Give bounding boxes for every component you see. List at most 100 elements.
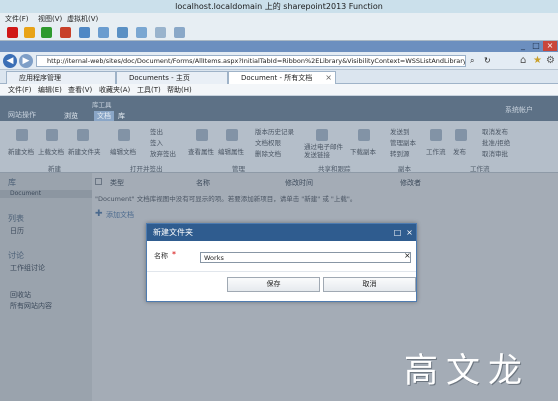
column-header-modified-by[interactable]: 修改者 bbox=[400, 178, 421, 188]
nav-item-all-site-content[interactable]: 所有网站内容 bbox=[10, 301, 52, 311]
cancel-approval-button[interactable]: 取消审批 bbox=[482, 148, 508, 158]
tab-strip: 应用程序管理 Documents - 主页 Document - 所有文档 × bbox=[0, 70, 558, 84]
settings-icon[interactable] bbox=[117, 27, 128, 38]
unpublish-button[interactable]: 取消发布 bbox=[482, 126, 508, 136]
address-input[interactable]: http://iternal-web/sites/doc/Document/Fo… bbox=[36, 55, 466, 67]
quick-launch: 库 Document 列表 日历 讨论 工作组讨论 回收站 所有网站内容 bbox=[0, 173, 92, 401]
menu-favorites[interactable]: 收藏夹(A) bbox=[99, 85, 130, 95]
discard-checkout-button[interactable]: 放弃签出 bbox=[150, 148, 176, 158]
vm-toolbar bbox=[0, 24, 558, 41]
vm-menu-file[interactable]: 文件(F) bbox=[5, 14, 29, 24]
upload-document-button[interactable]: 上载文档 bbox=[38, 146, 64, 156]
guest-window-bar: _ □ × bbox=[0, 41, 558, 52]
version-history-button[interactable]: 版本历史记录 bbox=[255, 126, 294, 136]
nav-heading-lists[interactable]: 列表 bbox=[8, 213, 24, 224]
menu-tools[interactable]: 工具(T) bbox=[137, 85, 161, 95]
tab-document-all[interactable]: Document - 所有文档 × bbox=[228, 71, 336, 84]
back-icon[interactable]: ◀ bbox=[3, 54, 17, 68]
new-document-button[interactable]: 新建文档 bbox=[8, 146, 34, 156]
menu-edit[interactable]: 编辑(E) bbox=[38, 85, 62, 95]
column-header-type[interactable]: 类型 bbox=[110, 178, 124, 188]
edit-properties-icon bbox=[226, 129, 238, 141]
ribbon-group-share: 共享和跟踪 bbox=[318, 165, 351, 173]
nav-item-document[interactable]: Document bbox=[0, 190, 92, 198]
ribbon-group-new: 新建 bbox=[48, 165, 61, 173]
stop-icon[interactable] bbox=[7, 27, 18, 38]
column-header-modified[interactable]: 修改时间 bbox=[285, 178, 313, 188]
nav-item-team-discussion[interactable]: 工作组讨论 bbox=[10, 263, 45, 273]
name-field-label: 名称 bbox=[154, 252, 168, 260]
tab-label: Documents - 主页 bbox=[129, 74, 190, 82]
play-icon[interactable] bbox=[41, 27, 52, 38]
pause-icon[interactable] bbox=[24, 27, 35, 38]
checkin-button[interactable]: 签入 bbox=[150, 137, 163, 147]
view-properties-button[interactable]: 查看属性 bbox=[188, 146, 214, 156]
workflow-button[interactable]: 工作流 bbox=[426, 146, 446, 156]
dialog-separator bbox=[147, 271, 416, 272]
forward-icon[interactable]: ▶ bbox=[19, 54, 33, 68]
view-properties-icon bbox=[196, 129, 208, 141]
tab-documents-home[interactable]: Documents - 主页 bbox=[116, 71, 228, 84]
usb-icon[interactable] bbox=[155, 27, 166, 38]
close-window-icon[interactable]: × bbox=[543, 41, 557, 51]
close-tab-icon[interactable]: × bbox=[325, 72, 332, 84]
column-header-name[interactable]: 名称 bbox=[196, 178, 210, 188]
restore-icon[interactable]: □ bbox=[392, 224, 403, 241]
browser-menubar: 文件(F) 编辑(E) 查看(V) 收藏夹(A) 工具(T) 帮助(H) bbox=[0, 84, 558, 96]
ribbon-group-open: 打开并签出 bbox=[130, 165, 163, 173]
user-menu[interactable]: 系统帐户 bbox=[505, 105, 533, 115]
cancel-button[interactable]: 取消 bbox=[323, 277, 416, 292]
close-icon[interactable]: × bbox=[404, 224, 415, 241]
publish-button[interactable]: 发布 bbox=[453, 146, 466, 156]
clear-input-icon[interactable]: × bbox=[404, 251, 411, 260]
keyboard-icon[interactable] bbox=[136, 27, 147, 38]
home-icon[interactable]: ⌂ bbox=[520, 55, 526, 66]
address-bar-row: ◀ ▶ http://iternal-web/sites/doc/Documen… bbox=[0, 52, 558, 70]
revert-icon[interactable] bbox=[98, 27, 109, 38]
vm-menu-view[interactable]: 视图(V) bbox=[38, 14, 62, 24]
maximize-icon[interactable]: □ bbox=[530, 41, 542, 51]
save-button[interactable]: 保存 bbox=[227, 277, 320, 292]
send-to-button[interactable]: 发送到 bbox=[390, 126, 410, 136]
refresh-icon[interactable]: ↻ bbox=[484, 56, 491, 65]
share-icon[interactable] bbox=[174, 27, 185, 38]
ribbon-group-workflows: 工作流 bbox=[470, 165, 490, 173]
document-permissions-button[interactable]: 文档权限 bbox=[255, 137, 281, 147]
folder-name-input[interactable] bbox=[200, 252, 411, 263]
workflow-icon bbox=[430, 129, 442, 141]
menu-help[interactable]: 帮助(H) bbox=[167, 85, 192, 95]
download-copy-button[interactable]: 下载副本 bbox=[350, 146, 376, 156]
search-icon[interactable]: ⌕ bbox=[470, 56, 474, 66]
edit-document-button[interactable]: 编辑文档 bbox=[110, 146, 136, 156]
nav-item-calendar[interactable]: 日历 bbox=[10, 226, 24, 236]
new-folder-button[interactable]: 新建文件夹 bbox=[68, 146, 101, 156]
edit-properties-button[interactable]: 编辑属性 bbox=[218, 146, 244, 156]
reset-icon[interactable] bbox=[60, 27, 71, 38]
minimize-icon[interactable]: _ bbox=[517, 41, 529, 51]
gear-icon[interactable]: ⚙ bbox=[546, 55, 555, 66]
nav-item-recycle-bin[interactable]: 回收站 bbox=[10, 290, 31, 300]
add-document-link[interactable]: 添加文档 bbox=[106, 210, 134, 220]
delete-document-button[interactable]: 删除文档 bbox=[255, 148, 281, 158]
author-watermark: 高文龙 bbox=[404, 351, 530, 391]
publish-icon bbox=[455, 129, 467, 141]
menu-file[interactable]: 文件(F) bbox=[8, 85, 32, 95]
nav-heading-discussions[interactable]: 讨论 bbox=[8, 250, 24, 261]
manage-copies-button[interactable]: 管理副本 bbox=[390, 137, 416, 147]
ribbon-tab-library[interactable]: 库 bbox=[118, 111, 125, 121]
ribbon-tab-browse[interactable]: 浏览 bbox=[64, 111, 78, 121]
vm-menu-vm[interactable]: 虚拟机(V) bbox=[67, 14, 98, 24]
ribbon-tab-documents[interactable]: 文档 bbox=[94, 111, 114, 121]
nav-heading-libraries[interactable]: 库 bbox=[8, 177, 16, 188]
email-link-button[interactable]: 通过电子邮件发送链接 bbox=[304, 143, 346, 159]
approve-reject-button[interactable]: 批准/拒绝 bbox=[482, 137, 510, 147]
favorites-icon[interactable]: ★ bbox=[533, 55, 542, 66]
select-all-checkbox[interactable] bbox=[95, 178, 102, 185]
tab-app-management[interactable]: 应用程序管理 bbox=[6, 71, 116, 84]
menu-view[interactable]: 查看(V) bbox=[68, 85, 92, 95]
checkout-button[interactable]: 签出 bbox=[150, 126, 163, 136]
site-actions-menu[interactable]: 网站操作 bbox=[8, 110, 36, 120]
add-icon: ✚ bbox=[95, 209, 103, 219]
go-to-source-button[interactable]: 转到源 bbox=[390, 148, 410, 158]
snapshot-icon[interactable] bbox=[79, 27, 90, 38]
